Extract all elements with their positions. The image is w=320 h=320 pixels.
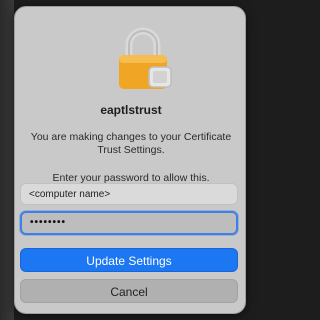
app-name: eaptlstrust [100,103,162,117]
cancel-button[interactable]: Cancel [20,279,238,303]
password-field[interactable]: •••••••• [20,211,238,235]
username-field[interactable]: <computer name> [20,183,238,205]
update-settings-button[interactable]: Update Settings [20,248,238,272]
dialog-message: You are making changes to your Certifica… [30,131,232,156]
background-window [0,0,14,320]
lock-icon [115,25,175,95]
